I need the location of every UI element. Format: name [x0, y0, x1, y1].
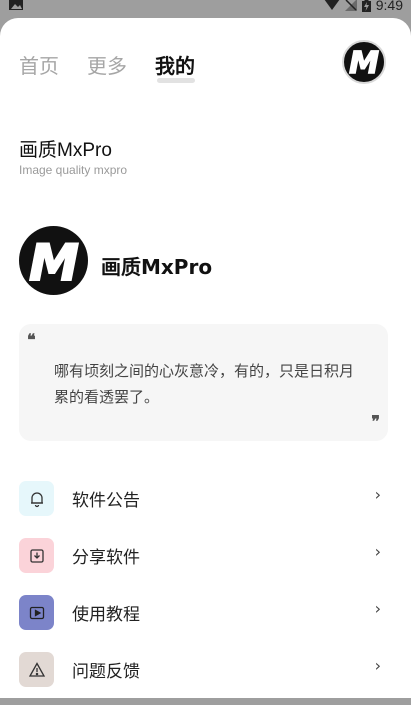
profile-name: 画质MxPro: [101, 255, 213, 279]
status-bar: 9:49: [0, 0, 411, 18]
avatar[interactable]: M: [342, 40, 386, 84]
menu-item-share[interactable]: 分享软件 ›: [0, 534, 411, 591]
status-time: 9:49: [375, 0, 403, 13]
mxpro-logo-icon: M: [348, 47, 380, 77]
play-video-icon: [19, 595, 54, 630]
mxpro-logo-icon: M: [28, 236, 80, 286]
menu-label: 分享软件: [72, 548, 140, 568]
menu-label: 软件公告: [72, 491, 140, 511]
menu-list: 软件公告 › 分享软件 › 使用教程 › 问题反馈 ›: [0, 477, 411, 705]
quote-card: ❝ 哪有顷刻之间的心灰意冷，有的，只是日积月累的看透罢了。 ❞: [19, 324, 388, 441]
app-title: 画质MxPro: [19, 140, 112, 161]
download-box-icon: [19, 538, 54, 573]
menu-label: 使用教程: [72, 605, 140, 625]
app-subtitle: Image quality mxpro: [19, 163, 128, 177]
signal-icon: [344, 0, 357, 11]
chevron-right-icon: ›: [374, 485, 381, 504]
svg-text:M: M: [29, 236, 79, 286]
svg-text:M: M: [349, 47, 379, 77]
image-notification-icon: [9, 0, 23, 10]
quote-text: 哪有顷刻之间的心灰意冷，有的，只是日积月累的看透罢了。: [54, 362, 355, 406]
profile-sheet: 首页 更多 我的 M 画质MxPro Image quality mxpro M…: [0, 18, 411, 698]
chevron-right-icon: ›: [374, 542, 381, 561]
quote-open-icon: ❝: [27, 330, 36, 349]
bell-icon: [19, 481, 54, 516]
battery-icon: [361, 0, 371, 12]
top-tabs: 首页 更多 我的: [19, 50, 195, 83]
chevron-right-icon: ›: [374, 656, 381, 675]
warning-icon: [19, 652, 54, 687]
tab-mine[interactable]: 我的: [155, 50, 195, 83]
tab-home[interactable]: 首页: [19, 50, 59, 79]
wifi-icon: [324, 0, 340, 10]
profile-avatar[interactable]: M: [19, 226, 88, 295]
menu-label: 问题反馈: [72, 662, 140, 682]
menu-item-announcement[interactable]: 软件公告 ›: [0, 477, 411, 534]
chevron-right-icon: ›: [374, 599, 381, 618]
menu-item-tutorial[interactable]: 使用教程 ›: [0, 591, 411, 648]
quote-close-icon: ❞: [371, 412, 380, 431]
tab-more[interactable]: 更多: [87, 50, 127, 79]
menu-item-feedback[interactable]: 问题反馈 ›: [0, 648, 411, 705]
